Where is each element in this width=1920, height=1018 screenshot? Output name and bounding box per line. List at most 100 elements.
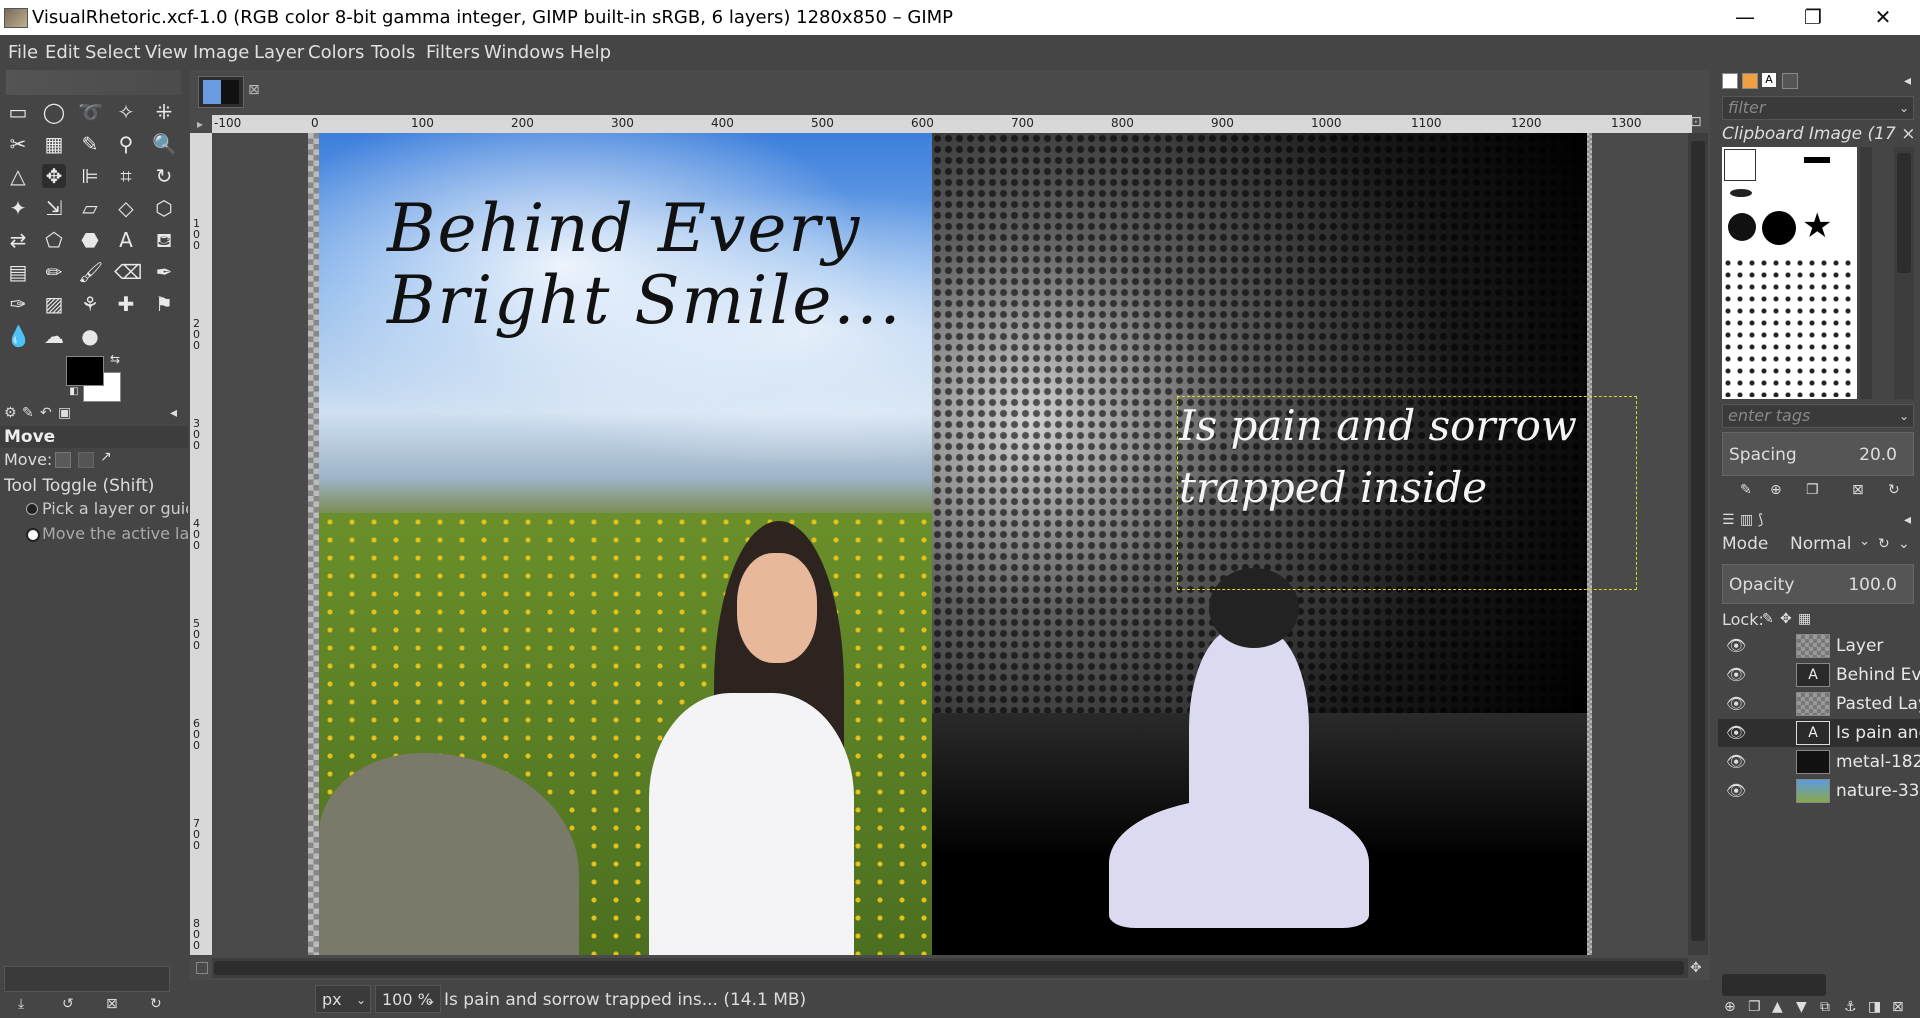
menu-windows[interactable]: Windows	[484, 42, 564, 63]
fuzzy-select-tool-icon[interactable]: ✧	[114, 100, 138, 124]
document-history-tab-icon[interactable]	[1782, 73, 1798, 89]
layer-row[interactable]: 👁 nature-331	[1718, 777, 1920, 805]
shear-tool-icon[interactable]: ▱	[78, 196, 102, 220]
patterns-tab-icon[interactable]	[1742, 73, 1758, 89]
restore-button[interactable]: ❐	[1784, 0, 1842, 35]
scissors-tool-icon[interactable]: ✂	[6, 132, 30, 156]
layers-scroll-thumb[interactable]	[1722, 974, 1826, 996]
visibility-eye-icon[interactable]: 👁	[1726, 694, 1746, 713]
perspective-tool-icon[interactable]: ◇	[114, 196, 138, 220]
layers-tab-icon[interactable]: ☰	[1722, 512, 1735, 528]
rect-select-tool-icon[interactable]: ▭	[6, 100, 30, 124]
menu-tools[interactable]: Tools	[371, 42, 415, 63]
menu-edit[interactable]: Edit	[45, 42, 80, 63]
image-tab[interactable]	[198, 76, 244, 108]
vertical-scroll-thumb[interactable]	[1691, 141, 1705, 941]
bucket-fill-tool-icon[interactable]: ⛾	[152, 228, 176, 252]
duplicate-layer-icon[interactable]: ⧉	[1820, 999, 1830, 1015]
unified-transform-tool-icon[interactable]: ⬣	[78, 228, 102, 252]
zoom-select[interactable]: 100 % ⌄	[375, 985, 441, 1013]
raise-layer-icon[interactable]: ▲	[1772, 999, 1783, 1015]
move-selection-mode-icon[interactable]	[78, 452, 94, 468]
layer-row-active[interactable]: 👁 A Is pain and	[1718, 719, 1920, 747]
restore-tool-preset-icon[interactable]: ↺	[62, 996, 74, 1012]
brush-panel-scroll-thumb[interactable]	[1897, 153, 1911, 273]
lower-layer-icon[interactable]: ▼	[1796, 999, 1807, 1015]
lock-alpha-icon[interactable]: ▦	[1798, 611, 1811, 627]
eraser-tool-icon[interactable]: ⌫	[114, 260, 142, 284]
brush-hard-circle[interactable]	[1762, 211, 1796, 245]
gradient-tool-icon[interactable]: ▤	[6, 260, 30, 284]
zoom-tool-icon[interactable]: 🔍	[152, 132, 177, 156]
airbrush-tool-icon[interactable]: ✒	[152, 260, 176, 284]
brush-ellipse[interactable]	[1730, 189, 1752, 197]
paths-tab-icon[interactable]: ⟆	[1758, 512, 1763, 528]
menu-image[interactable]: Image	[193, 42, 249, 63]
undo-history-tab-icon[interactable]: ↶	[40, 405, 52, 421]
heal-tool-icon[interactable]: ✚	[114, 292, 138, 316]
swap-colors-icon[interactable]: ⇆	[108, 352, 122, 366]
horizontal-scrollbar[interactable]	[212, 958, 1688, 978]
color-picker-tool-icon[interactable]: ⚲	[114, 132, 138, 156]
menu-file[interactable]: File	[8, 42, 38, 63]
brush-texture-grid[interactable]	[1722, 257, 1857, 397]
move-active-layer-radio[interactable]	[26, 528, 40, 542]
pick-layer-radio[interactable]	[26, 503, 38, 515]
paintbrush-tool-icon[interactable]: 🖌	[78, 260, 103, 284]
quick-mask-menu-icon[interactable]: ▸	[197, 117, 203, 131]
layers-dock-menu-icon[interactable]: ◂	[1904, 512, 1911, 528]
brush-line[interactable]	[1804, 157, 1830, 163]
foreground-select-tool-icon[interactable]: ▦	[42, 132, 66, 156]
anchor-layer-icon[interactable]: ⚓	[1844, 999, 1857, 1015]
brush-star[interactable]: ★	[1802, 209, 1832, 243]
ellipse-select-tool-icon[interactable]: ◯	[42, 100, 66, 124]
visibility-eye-icon[interactable]: 👁	[1726, 781, 1746, 800]
unit-select[interactable]: px ⌄	[315, 985, 371, 1013]
brush-tags-input[interactable]: enter tags ⌄	[1722, 404, 1914, 428]
pencil-tool-icon[interactable]: ✏	[42, 260, 66, 284]
edit-brush-icon[interactable]: ✎	[1740, 482, 1752, 498]
close-button[interactable]: ✕	[1854, 0, 1912, 35]
channels-tab-icon[interactable]: ▥	[1740, 512, 1753, 528]
warp-tool-icon[interactable]: ✦	[6, 196, 30, 220]
text-tool-icon[interactable]: A	[114, 228, 138, 252]
crop-tool-icon[interactable]: ⌗	[114, 164, 138, 188]
paths-tool-icon[interactable]: ✎	[78, 132, 102, 156]
layer-row[interactable]: 👁 metal-1825	[1718, 748, 1920, 776]
add-mask-icon[interactable]: ◨	[1868, 999, 1881, 1015]
brush-grid-scrollbar[interactable]	[1860, 147, 1872, 399]
menu-help[interactable]: Help	[570, 42, 611, 63]
new-layer-icon[interactable]: ❐	[1748, 999, 1761, 1015]
fonts-tab-icon[interactable]: A	[1762, 73, 1776, 87]
scale-tool-icon[interactable]: ⇲	[42, 196, 66, 220]
menu-view[interactable]: View	[145, 42, 188, 63]
mypaint-brush-tool-icon[interactable]: ▨	[42, 292, 66, 316]
perspective-clone-tool-icon[interactable]: ⚑	[152, 292, 176, 316]
delete-brush-icon[interactable]: ⊠	[1852, 482, 1864, 498]
select-by-color-tool-icon[interactable]: ⁜	[152, 100, 176, 124]
transform-tool-icon[interactable]: ↻	[152, 164, 176, 188]
foreground-color-swatch[interactable]	[66, 356, 104, 386]
new-layer-group-icon[interactable]: ⊕	[1724, 999, 1736, 1015]
duplicate-brush-icon[interactable]: ❐	[1806, 482, 1819, 498]
navigate-icon[interactable]: ✥	[1690, 960, 1702, 976]
cage-transform-tool-icon[interactable]: ⬠	[42, 228, 66, 252]
measure-tool-icon[interactable]: △	[6, 164, 30, 188]
clone-tool-icon[interactable]: ⚘	[78, 292, 102, 316]
new-brush-icon[interactable]: ⊕	[1770, 482, 1782, 498]
move-tool-icon[interactable]: ✥	[42, 164, 66, 188]
layer-row[interactable]: 👁 Layer	[1718, 632, 1920, 660]
flip-tool-icon[interactable]: ⇄	[6, 228, 30, 252]
layer-row[interactable]: 👁 Pasted Lay	[1718, 690, 1920, 718]
move-path-mode-icon[interactable]: ↗	[100, 449, 112, 465]
brush-grid[interactable]: ★	[1722, 147, 1857, 399]
default-colors-icon[interactable]: ◧	[68, 386, 80, 398]
align-tool-icon[interactable]: ⊫	[78, 164, 102, 188]
visibility-eye-icon[interactable]: 👁	[1726, 665, 1746, 684]
layer-mode-select[interactable]: Normal ⌄	[1786, 532, 1872, 558]
dodge-burn-tool-icon[interactable]: ●	[78, 324, 102, 348]
lock-pixels-icon[interactable]: ✎	[1762, 611, 1774, 627]
configure-tab-icon[interactable]: ◂	[170, 405, 177, 421]
lock-position-icon[interactable]: ✥	[1780, 611, 1792, 627]
reset-tool-options-icon[interactable]: ↻	[150, 996, 162, 1012]
